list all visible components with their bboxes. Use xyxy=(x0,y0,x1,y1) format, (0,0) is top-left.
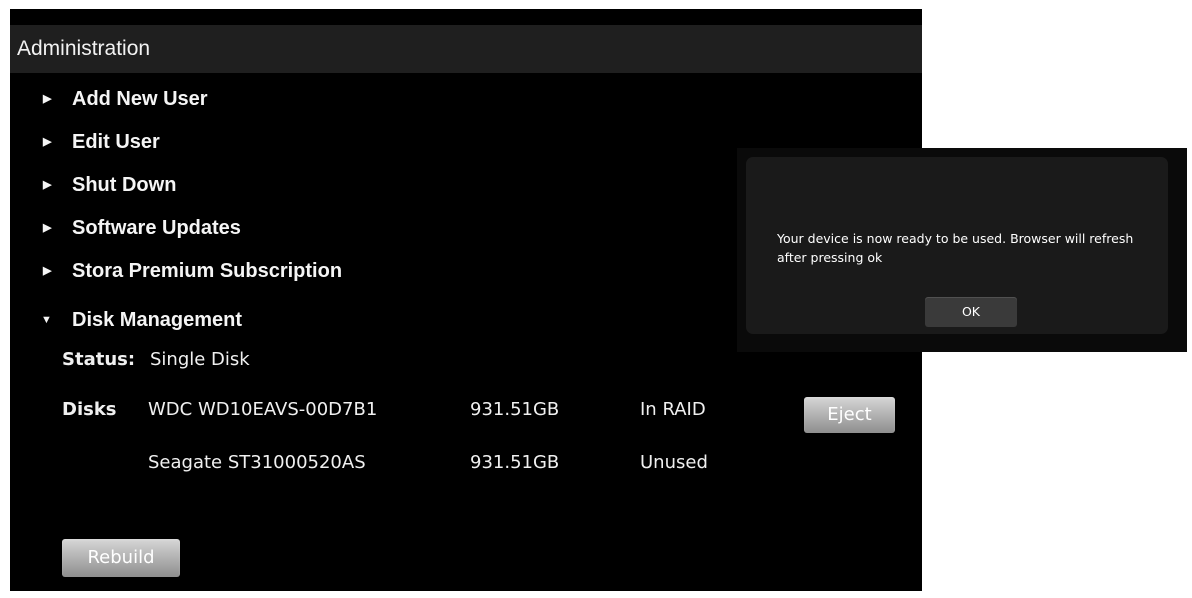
caret-right-icon: ▶ xyxy=(43,222,52,234)
caret-right-icon: ▶ xyxy=(43,265,52,277)
rebuild-button[interactable]: Rebuild xyxy=(62,539,180,577)
disk-size: 931.51GB xyxy=(470,452,560,473)
menu-item-label: Edit User xyxy=(72,131,160,153)
menu-item-label: Stora Premium Subscription xyxy=(72,260,343,282)
disk-state: Unused xyxy=(640,452,708,473)
eject-button[interactable]: Eject xyxy=(804,397,895,433)
disk-state: In RAID xyxy=(640,399,706,420)
disks-label: Disks xyxy=(62,399,117,420)
menu-item-label: Software Updates xyxy=(72,217,241,239)
menu-item-label: Shut Down xyxy=(72,174,177,196)
status-label: Status: xyxy=(62,349,136,370)
menu-item-label: Add New User xyxy=(72,88,208,110)
caret-right-icon: ▶ xyxy=(43,93,52,105)
caret-right-icon: ▶ xyxy=(43,136,52,148)
status-value: Single Disk xyxy=(150,349,250,370)
menu-item-label: Disk Management xyxy=(72,309,243,331)
notification-dialog: Your device is now ready to be used. Bro… xyxy=(737,148,1187,352)
caret-right-icon: ▶ xyxy=(43,179,52,191)
dialog-content: Your device is now ready to be used. Bro… xyxy=(746,157,1168,334)
disk-name: Seagate ST31000520AS xyxy=(148,452,366,473)
ok-button[interactable]: OK xyxy=(925,297,1017,327)
dialog-message: Your device is now ready to be used. Bro… xyxy=(777,231,1134,265)
caret-down-icon: ▼ xyxy=(41,314,52,326)
panel-title: Administration xyxy=(10,25,922,73)
disk-name: WDC WD10EAVS-00D7B1 xyxy=(148,399,378,420)
disk-size: 931.51GB xyxy=(470,399,560,420)
